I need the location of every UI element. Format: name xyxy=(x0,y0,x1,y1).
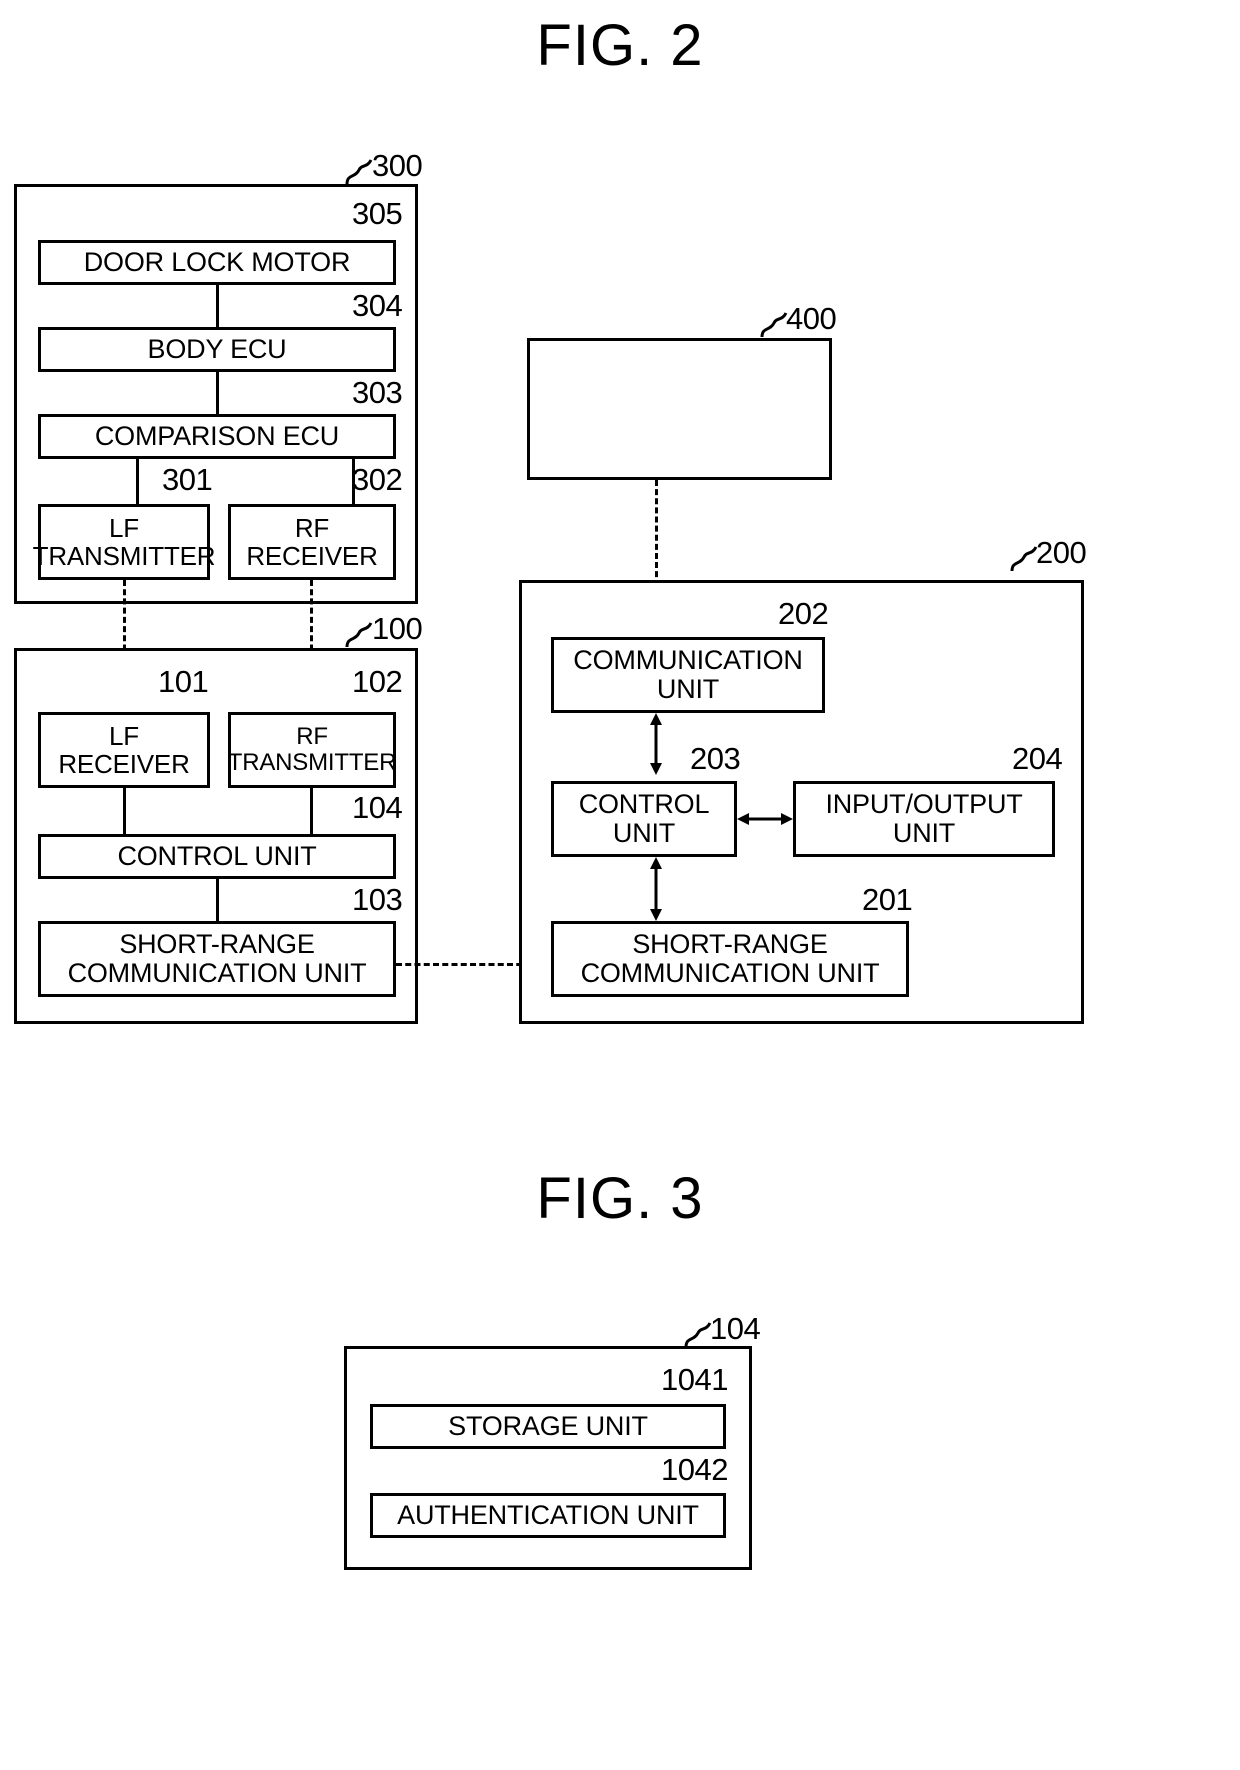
patent-drawing-sheet: FIG. 2 300 305 DOOR LOCK MOTOR 304 BODY … xyxy=(0,0,1240,1770)
authentication-unit-box: AUTHENTICATION UNIT xyxy=(370,1493,726,1538)
lf-transmitter-box: LF TRANSMITTER xyxy=(33,504,216,580)
ref-1041: 1041 xyxy=(661,1362,728,1397)
comparison-ecu-label: COMPARISON ECU xyxy=(94,420,340,451)
ref-304: 304 xyxy=(352,288,403,323)
ref-301: 301 xyxy=(162,462,213,497)
arrow-202-203 xyxy=(647,713,665,775)
ref-fig3-104: 104 xyxy=(710,1311,761,1346)
figure-3-title: FIG. 3 xyxy=(536,1166,704,1231)
rf-transmitter-box: RF TRANSMITTER xyxy=(228,712,396,788)
server-block-400 xyxy=(527,338,832,480)
terminal-control-unit-label-line1: CONTROL xyxy=(578,788,710,819)
door-lock-motor-box: DOOR LOCK MOTOR xyxy=(38,240,396,285)
ref-1042: 1042 xyxy=(661,1452,728,1487)
figure-2-title: FIG. 2 xyxy=(536,13,704,78)
rf-transmitter-label-line1: RF xyxy=(296,723,328,751)
ref-302: 302 xyxy=(352,462,403,497)
portable-short-range-label-line1: SHORT-RANGE xyxy=(119,928,315,959)
arrow-203-201 xyxy=(647,857,665,921)
terminal-io-unit-label-line1: INPUT/OUTPUT xyxy=(825,788,1023,819)
lf-receiver-label-line1: LF xyxy=(109,720,139,751)
authentication-unit-label: AUTHENTICATION UNIT xyxy=(397,1499,699,1530)
ref-202: 202 xyxy=(778,596,829,631)
ref-103: 103 xyxy=(352,882,403,917)
terminal-short-range-label-line1: SHORT-RANGE xyxy=(632,928,828,959)
ref-201: 201 xyxy=(862,882,913,917)
ref-305: 305 xyxy=(352,196,403,231)
terminal-io-unit-box: INPUT/OUTPUT UNIT xyxy=(793,781,1055,857)
lf-transmitter-label-line2: TRANSMITTER xyxy=(32,541,216,571)
terminal-communication-unit-box: COMMUNICATION UNIT xyxy=(551,637,825,713)
terminal-short-range-box: SHORT-RANGE COMMUNICATION UNIT xyxy=(551,921,909,997)
portable-short-range-label-line2: COMMUNICATION UNIT xyxy=(67,958,367,988)
ref-400: 400 xyxy=(786,301,837,336)
lf-receiver-box: LF RECEIVER xyxy=(38,712,210,788)
rf-receiver-label-line2: RECEIVER xyxy=(246,541,378,571)
ref-100: 100 xyxy=(372,611,423,646)
lf-receiver-label-line2: RECEIVER xyxy=(58,749,190,779)
ref-104: 104 xyxy=(352,790,403,825)
portable-control-unit-box: CONTROL UNIT xyxy=(38,834,396,879)
terminal-control-unit-label-line2: UNIT xyxy=(612,818,676,848)
lf-transmitter-label-line1: LF xyxy=(109,512,139,543)
terminal-short-range-label-line2: COMMUNICATION UNIT xyxy=(580,958,880,988)
terminal-communication-unit-label-line1: COMMUNICATION xyxy=(573,644,803,675)
storage-unit-box: STORAGE UNIT xyxy=(370,1404,726,1449)
ref-203: 203 xyxy=(690,741,741,776)
portable-control-unit-label: CONTROL UNIT xyxy=(117,840,317,871)
rf-transmitter-label-line2: TRANSMITTER xyxy=(227,749,397,776)
comparison-ecu-box: COMPARISON ECU xyxy=(38,414,396,459)
terminal-control-unit-box: CONTROL UNIT xyxy=(551,781,737,857)
ref-300: 300 xyxy=(372,148,423,183)
arrow-203-204 xyxy=(737,810,793,828)
ref-102: 102 xyxy=(352,664,403,699)
connector-102-104 xyxy=(310,788,313,836)
rf-receiver-label-line1: RF xyxy=(294,512,330,543)
ref-200: 200 xyxy=(1036,535,1087,570)
connector-303-301 xyxy=(136,459,139,504)
terminal-io-unit-label-line2: UNIT xyxy=(892,818,956,848)
body-ecu-box: BODY ECU xyxy=(38,327,396,372)
storage-unit-label: STORAGE UNIT xyxy=(448,1410,648,1441)
connector-101-104 xyxy=(123,788,126,836)
connector-104-103 xyxy=(216,879,219,921)
ref-303: 303 xyxy=(352,375,403,410)
rf-receiver-box: RF RECEIVER xyxy=(228,504,396,580)
connector-305-304 xyxy=(216,285,219,327)
door-lock-motor-label: DOOR LOCK MOTOR xyxy=(83,246,351,277)
portable-short-range-box: SHORT-RANGE COMMUNICATION UNIT xyxy=(38,921,396,997)
ref-101: 101 xyxy=(158,664,209,699)
terminal-communication-unit-label-line2: UNIT xyxy=(656,674,720,704)
connector-304-303 xyxy=(216,372,219,414)
ref-204: 204 xyxy=(1012,741,1063,776)
body-ecu-label: BODY ECU xyxy=(147,333,287,364)
